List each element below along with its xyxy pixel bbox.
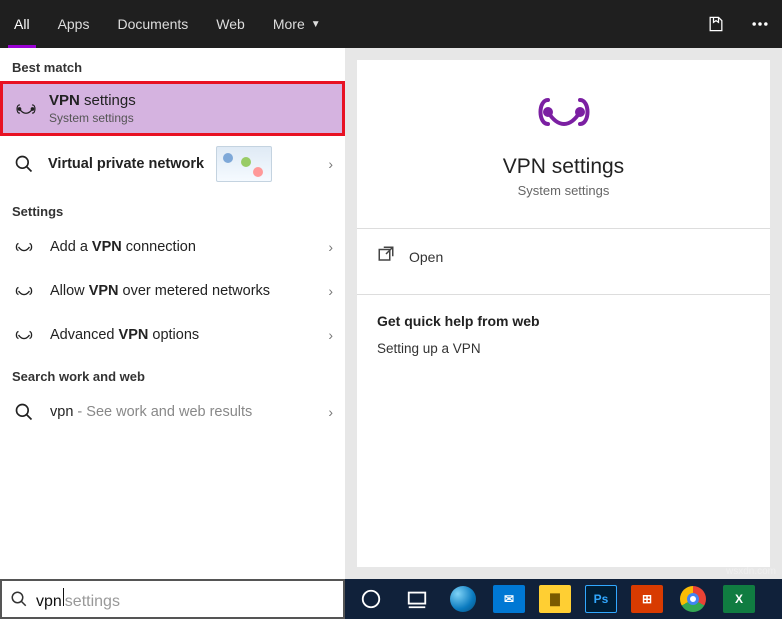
group-search-web: Search work and web — [0, 357, 345, 390]
app-file-explorer[interactable]: ▇ — [535, 579, 575, 619]
filter-tabs: All Apps Documents Web More▼ — [0, 0, 335, 48]
tab-web[interactable]: Web — [202, 0, 259, 48]
taskbar-tray: ✉ ▇ Ps ⊞ X — [345, 579, 782, 619]
detail-pane: VPN settings System settings Open Get qu… — [345, 48, 782, 579]
search-web-result[interactable]: vpn - See work and web results › — [0, 390, 345, 434]
app-edge[interactable] — [443, 579, 483, 619]
help-heading: Get quick help from web — [357, 295, 770, 335]
chevron-right-icon: › — [328, 404, 333, 420]
tab-apps[interactable]: Apps — [44, 0, 104, 48]
vpn-icon — [13, 96, 39, 122]
search-header: All Apps Documents Web More▼ — [0, 0, 782, 48]
best-match-subtitle: System settings — [49, 111, 136, 125]
watermark: wsxdn.com — [726, 566, 776, 577]
results-list: Best match VPN settings System settings … — [0, 48, 345, 579]
chevron-right-icon: › — [328, 327, 333, 343]
setting-label: Advanced VPN options — [50, 327, 199, 343]
app-chrome[interactable] — [673, 579, 713, 619]
vpn-small-icon — [12, 235, 36, 259]
chevron-right-icon: › — [328, 283, 333, 299]
app-office[interactable]: ⊞ — [627, 579, 667, 619]
setting-add-vpn[interactable]: Add a VPN connection › — [0, 225, 345, 269]
setting-label: Add a VPN connection — [50, 239, 196, 255]
cortana-button[interactable] — [351, 579, 391, 619]
result-virtual-private-network[interactable]: Virtual private network › — [0, 136, 345, 192]
rewards-button[interactable] — [694, 0, 738, 48]
network-thumb — [216, 146, 272, 182]
best-match-result[interactable]: VPN settings System settings — [0, 81, 345, 136]
open-action[interactable]: Open — [357, 229, 770, 284]
app-excel[interactable]: X — [719, 579, 759, 619]
detail-title: VPN settings — [503, 155, 624, 179]
search-icon — [10, 590, 28, 608]
task-view-button[interactable] — [397, 579, 437, 619]
tab-documents[interactable]: Documents — [103, 0, 202, 48]
vpn-small-icon — [12, 323, 36, 347]
taskbar: vpn settings ✉ ▇ Ps ⊞ X — [0, 579, 782, 619]
chevron-right-icon: › — [328, 239, 333, 255]
app-photoshop[interactable]: Ps — [581, 579, 621, 619]
search-icon — [12, 400, 36, 424]
group-settings: Settings — [0, 192, 345, 225]
options-button[interactable] — [738, 0, 782, 48]
open-label: Open — [409, 249, 443, 265]
search-icon — [12, 152, 36, 176]
search-web-label: vpn - See work and web results — [50, 404, 252, 420]
setting-vpn-advanced[interactable]: Advanced VPN options › — [0, 313, 345, 357]
vpn-small-icon — [12, 279, 36, 303]
chevron-right-icon: › — [328, 156, 333, 172]
search-suggestion: settings — [65, 593, 120, 611]
text-cursor — [63, 588, 64, 606]
tab-more[interactable]: More▼ — [259, 0, 335, 48]
chevron-down-icon: ▼ — [311, 19, 321, 30]
search-typed-text: vpn — [36, 593, 62, 611]
taskbar-search[interactable]: vpn settings — [0, 579, 345, 619]
result-label: Virtual private network — [48, 156, 204, 172]
setting-label: Allow VPN over metered networks — [50, 283, 270, 299]
setting-vpn-metered[interactable]: Allow VPN over metered networks › — [0, 269, 345, 313]
app-mail[interactable]: ✉ — [489, 579, 529, 619]
vpn-hero-icon — [532, 88, 596, 141]
open-icon — [377, 245, 395, 268]
best-match-title: VPN settings — [49, 92, 136, 109]
group-best-match: Best match — [0, 48, 345, 81]
tab-all[interactable]: All — [0, 0, 44, 48]
detail-subtitle: System settings — [518, 183, 610, 198]
help-link-setup-vpn[interactable]: Setting up a VPN — [357, 335, 770, 362]
